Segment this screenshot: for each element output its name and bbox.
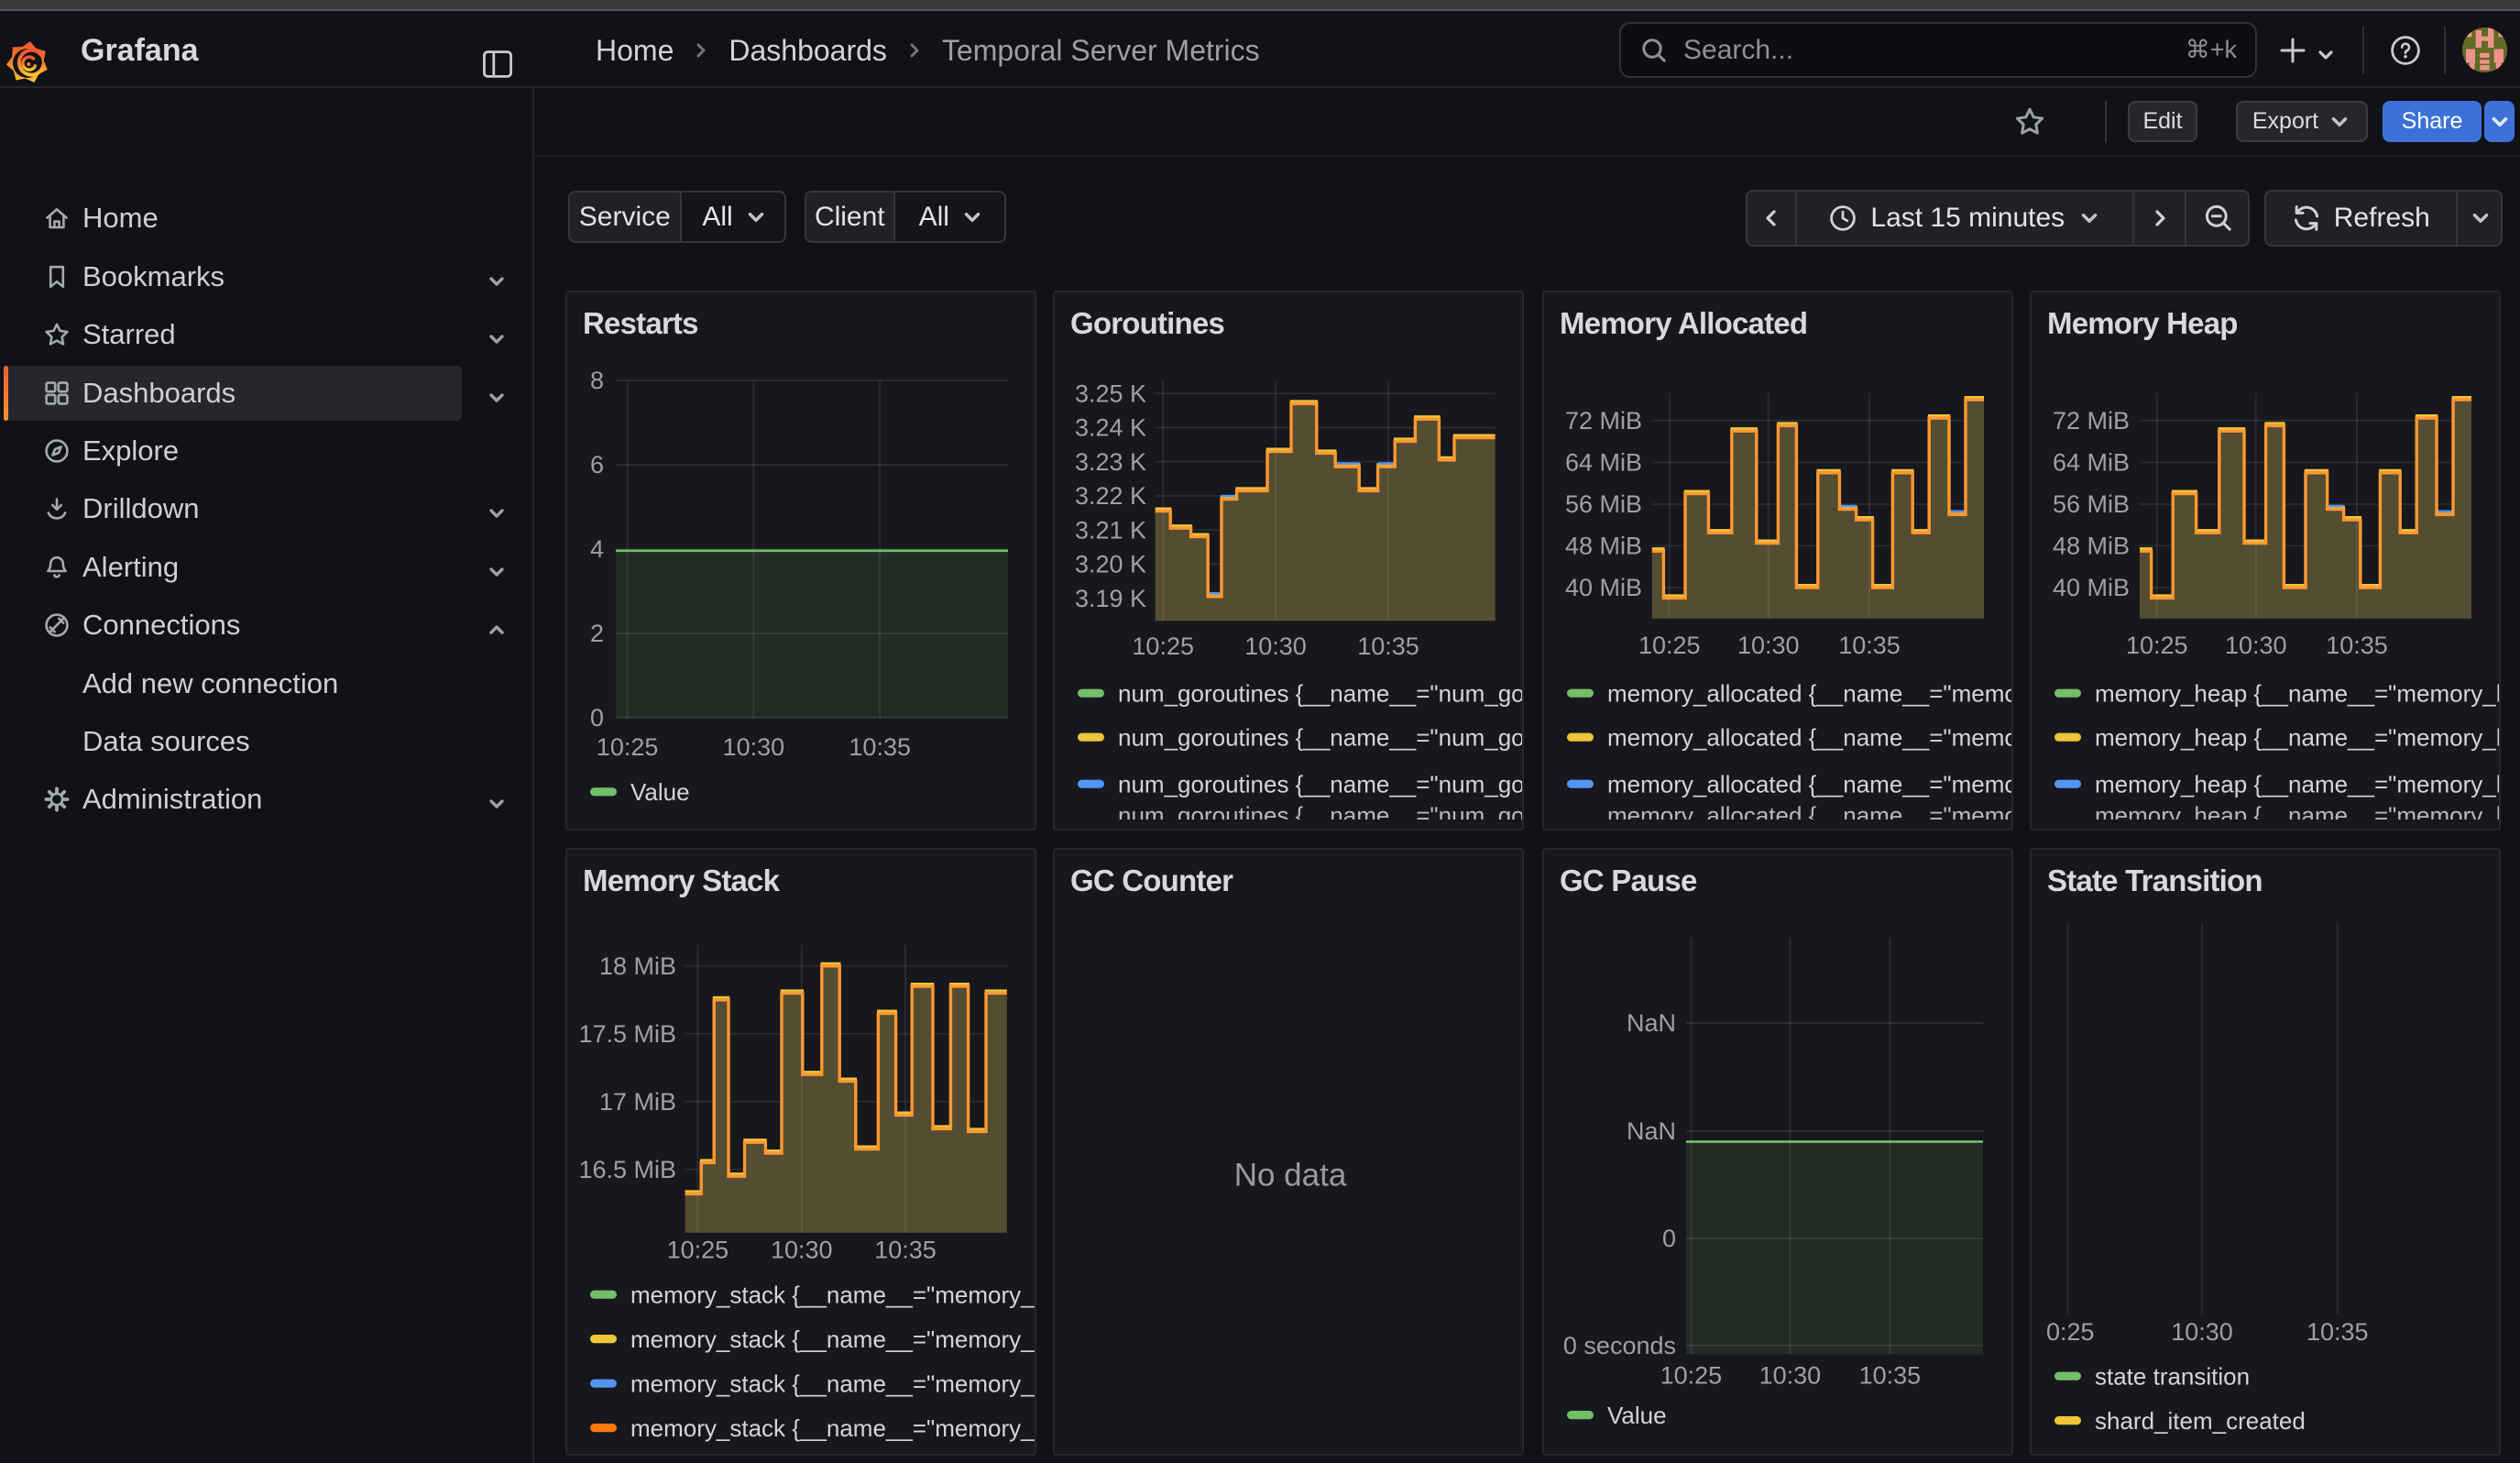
svg-text:memory_allocated {__name__="me: memory_allocated {__name__="memory_a <box>1607 771 2013 798</box>
svg-text:10:25: 10:25 <box>667 1237 729 1264</box>
svg-text:4: 4 <box>590 535 604 563</box>
svg-text:num_goroutines {__name__="num_: num_goroutines {__name__="num_gorout <box>1118 680 1524 708</box>
svg-text:0 seconds: 0 seconds <box>1563 1332 1676 1359</box>
svg-text:memory_allocated {__name__="me: memory_allocated {__name__="memory_a <box>1607 724 2013 752</box>
svg-text:3.21 K: 3.21 K <box>1075 516 1146 544</box>
svg-text:2: 2 <box>590 620 604 647</box>
svg-text:10:35: 10:35 <box>874 1237 937 1264</box>
svg-text:memory_allocated {__name__="me: memory_allocated {__name__="memory_a <box>1607 680 2013 708</box>
svg-text:NaN: NaN <box>1627 1009 1676 1037</box>
svg-text:num_goroutines {__name__="num_: num_goroutines {__name__="num_gorout <box>1118 771 1524 798</box>
svg-text:3.22 K: 3.22 K <box>1075 482 1146 510</box>
svg-text:3.20 K: 3.20 K <box>1075 551 1146 578</box>
svg-text:memory_stack {__name__="memory: memory_stack {__name__="memory_stack <box>630 1370 1036 1398</box>
svg-text:10:30: 10:30 <box>771 1237 833 1264</box>
svg-text:memory_heap {__name__="memory_: memory_heap {__name__="memory_heap" <box>2095 724 2501 752</box>
svg-text:72 MiB: 72 MiB <box>2053 407 2130 434</box>
svg-text:18 MiB: 18 MiB <box>599 952 676 980</box>
svg-text:memory_stack {__name__="memory: memory_stack {__name__="memory_stack <box>630 1282 1036 1309</box>
svg-text:56 MiB: 56 MiB <box>2053 490 2130 518</box>
svg-text:0: 0 <box>590 704 604 732</box>
svg-text:8: 8 <box>590 367 604 394</box>
svg-text:72 MiB: 72 MiB <box>1565 407 1642 434</box>
svg-text:3.19 K: 3.19 K <box>1075 585 1146 612</box>
svg-text:64 MiB: 64 MiB <box>2053 449 2130 477</box>
svg-text:10:35: 10:35 <box>1859 1361 1922 1389</box>
svg-text:10:35: 10:35 <box>1838 632 1901 659</box>
svg-text:10:25: 10:25 <box>1638 632 1701 659</box>
svg-text:0: 0 <box>1662 1225 1676 1252</box>
svg-text:memory_stack {__name__="memory: memory_stack {__name__="memory_stack <box>630 1414 1036 1442</box>
svg-text:10:25: 10:25 <box>597 733 659 761</box>
svg-text:3.23 K: 3.23 K <box>1075 448 1146 476</box>
svg-text:40 MiB: 40 MiB <box>1565 574 1642 601</box>
svg-text:num_goroutines {__name__="num_: num_goroutines {__name__="num_gorout <box>1118 724 1524 752</box>
svg-text:6: 6 <box>590 451 604 478</box>
svg-text:10:30: 10:30 <box>723 733 785 761</box>
svg-text:No data: No data <box>1234 1158 1347 1194</box>
svg-text:48 MiB: 48 MiB <box>2053 533 2130 560</box>
svg-text:10:30: 10:30 <box>1244 632 1307 660</box>
svg-text:10:30: 10:30 <box>2225 632 2287 659</box>
svg-text:memory_heap {__name__="memory_: memory_heap {__name__="memory_heap" <box>2095 680 2501 708</box>
svg-text:10:30: 10:30 <box>1737 632 1800 659</box>
svg-text:17 MiB: 17 MiB <box>599 1088 676 1116</box>
svg-text:40 MiB: 40 MiB <box>2053 574 2130 601</box>
svg-text:10:25: 10:25 <box>1660 1361 1723 1389</box>
svg-text:3.25 K: 3.25 K <box>1075 380 1146 407</box>
svg-text:NaN: NaN <box>1627 1117 1676 1145</box>
svg-text:10:30: 10:30 <box>1759 1361 1822 1389</box>
svg-text:56 MiB: 56 MiB <box>1565 490 1642 518</box>
svg-text:64 MiB: 64 MiB <box>1565 449 1642 477</box>
svg-text:10:25: 10:25 <box>1132 632 1194 660</box>
svg-text:Value: Value <box>1607 1402 1667 1429</box>
svg-text:17.5 MiB: 17.5 MiB <box>578 1020 676 1048</box>
svg-text:shard_item_created: shard_item_created <box>2095 1407 2306 1435</box>
svg-text:0:25: 0:25 <box>2046 1318 2095 1346</box>
svg-text:memory_heap {__name__="memory_: memory_heap {__name__="memory_heap" <box>2095 771 2501 798</box>
svg-text:3.24 K: 3.24 K <box>1075 414 1146 442</box>
svg-text:16.5 MiB: 16.5 MiB <box>578 1156 676 1183</box>
svg-text:10:30: 10:30 <box>2171 1318 2233 1346</box>
svg-text:10:35: 10:35 <box>2306 1318 2369 1346</box>
svg-text:Value: Value <box>630 778 690 806</box>
svg-text:10:35: 10:35 <box>849 733 911 761</box>
svg-text:memory_stack {__name__="memory: memory_stack {__name__="memory_stack <box>630 1326 1036 1353</box>
svg-text:48 MiB: 48 MiB <box>1565 533 1642 560</box>
svg-text:10:35: 10:35 <box>2326 632 2388 659</box>
svg-text:state transition: state transition <box>2095 1363 2250 1391</box>
svg-text:10:25: 10:25 <box>2126 632 2188 659</box>
svg-text:10:35: 10:35 <box>1357 632 1419 660</box>
